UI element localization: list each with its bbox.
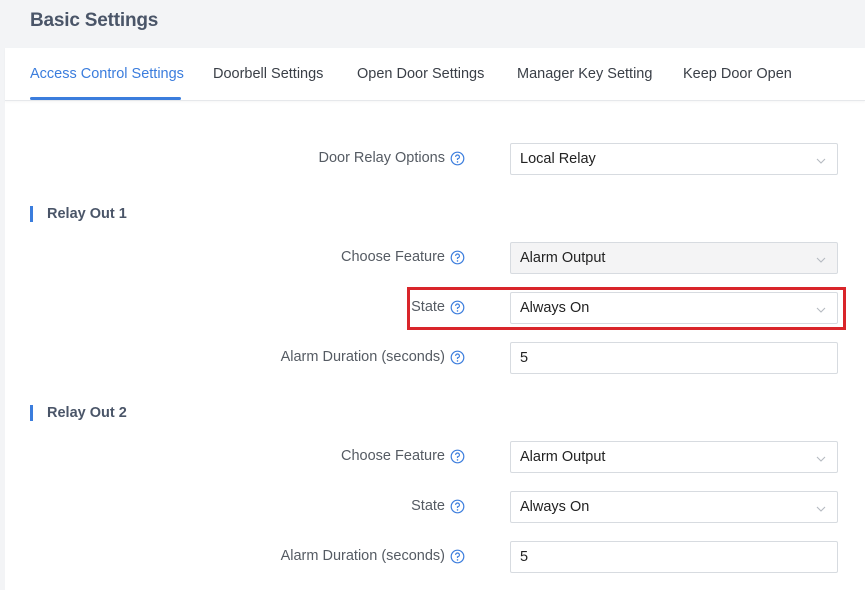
relay2-choose-feature-select[interactable]: Alarm Output — [510, 441, 838, 473]
relay2-state-label: State — [411, 497, 465, 515]
door-relay-options-select[interactable]: Local Relay — [510, 143, 838, 175]
relay1-alarm-duration-text: Alarm Duration (seconds) — [280, 349, 445, 365]
chevron-down-icon — [816, 452, 826, 462]
relay2-choose-feature-label: Choose Feature — [341, 447, 465, 465]
relay1-alarm-duration-value: 5 — [520, 350, 529, 366]
relay-out-1-heading: Relay Out 1 — [30, 206, 127, 222]
help-icon[interactable] — [450, 499, 465, 514]
relay1-choose-feature-label: Choose Feature — [341, 248, 465, 266]
tab-access-control-settings[interactable]: Access Control Settings — [30, 66, 184, 82]
relay-out-2-heading: Relay Out 2 — [30, 405, 127, 421]
door-relay-options-value: Local Relay — [520, 151, 596, 167]
tab-keep-door-open[interactable]: Keep Door Open — [683, 66, 792, 82]
chevron-down-icon — [816, 154, 826, 164]
relay2-alarm-duration-input[interactable]: 5 — [510, 541, 838, 573]
tab-doorbell-settings[interactable]: Doorbell Settings — [213, 66, 323, 82]
page-title: Basic Settings — [30, 10, 159, 31]
highlight-annotation-box — [407, 287, 846, 330]
relay1-choose-feature-value: Alarm Output — [520, 250, 606, 266]
help-icon[interactable] — [450, 549, 465, 564]
tab-open-door-settings[interactable]: Open Door Settings — [357, 66, 484, 82]
relay2-alarm-duration-text: Alarm Duration (seconds) — [280, 548, 445, 564]
relay1-alarm-duration-label: Alarm Duration (seconds) — [281, 348, 465, 366]
relay2-alarm-duration-value: 5 — [520, 549, 529, 565]
settings-card: Access Control Settings Doorbell Setting… — [5, 48, 865, 590]
relay2-state-select[interactable]: Always On — [510, 491, 838, 523]
relay1-choose-feature-text: Choose Feature — [341, 249, 445, 265]
door-relay-options-label: Door Relay Options — [318, 149, 465, 167]
relay2-choose-feature-text: Choose Feature — [341, 448, 445, 464]
relay1-alarm-duration-input[interactable]: 5 — [510, 342, 838, 374]
help-icon[interactable] — [450, 350, 465, 365]
tab-bar: Access Control Settings Doorbell Setting… — [5, 48, 865, 101]
door-relay-options-text: Door Relay Options — [318, 150, 445, 166]
relay2-state-value: Always On — [520, 499, 590, 515]
help-icon[interactable] — [450, 250, 465, 265]
active-tab-indicator — [30, 97, 181, 100]
relay2-alarm-duration-label: Alarm Duration (seconds) — [281, 547, 465, 565]
relay2-state-text: State — [411, 498, 445, 514]
chevron-down-icon — [816, 253, 826, 263]
help-icon[interactable] — [450, 449, 465, 464]
chevron-down-icon — [816, 502, 826, 512]
help-icon[interactable] — [450, 151, 465, 166]
relay1-choose-feature-select[interactable]: Alarm Output — [510, 242, 838, 274]
page-header: Basic Settings — [0, 0, 865, 48]
tab-manager-key-setting[interactable]: Manager Key Setting — [517, 66, 652, 82]
relay2-choose-feature-value: Alarm Output — [520, 449, 606, 465]
